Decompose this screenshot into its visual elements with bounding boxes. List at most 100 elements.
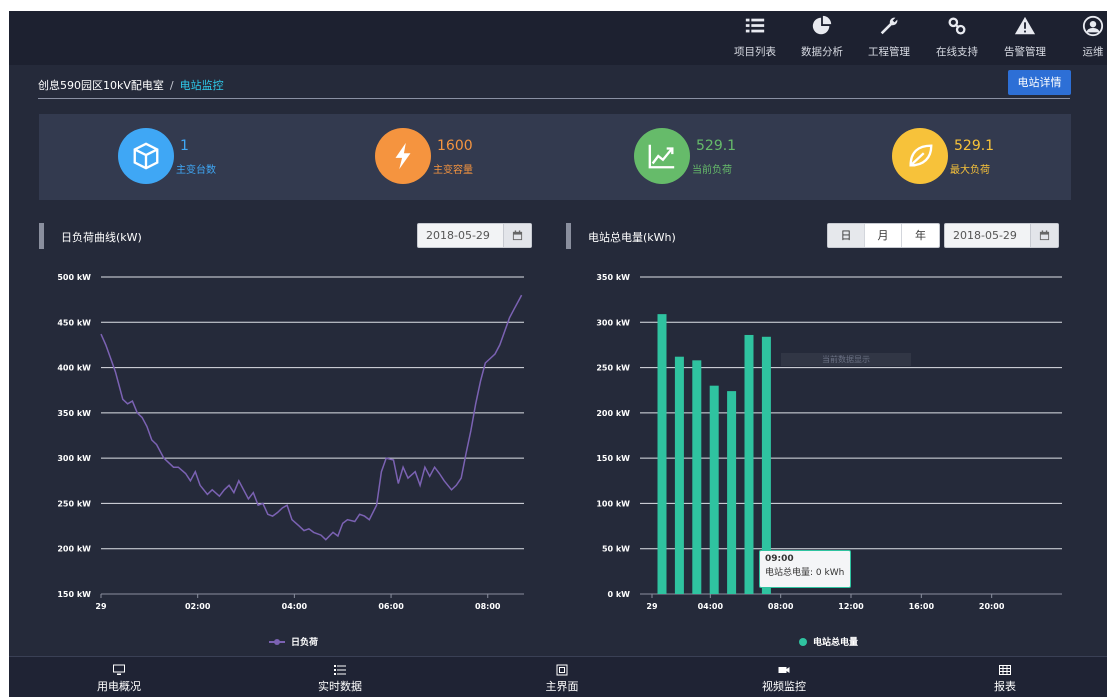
energy-date-picker[interactable]: 2018-05-29 [944, 223, 1059, 248]
bar-05:00 [744, 334, 754, 594]
y-tick-label: 200 kW [596, 409, 630, 418]
stats-panel: 1 主变台数 1600 主变容量 529.1 当前负荷 529.1 最大负荷 [39, 114, 1071, 200]
y-tick-label: 500 kW [57, 273, 91, 282]
top-nav-bar: 项目列表 数据分析 工程管理 在线支持 告警管理 运维 [9, 11, 1107, 65]
breadcrumb-current: 电站监控 [179, 79, 224, 92]
legend-swatch-marker [799, 638, 807, 646]
y-tick-label: 100 kW [596, 499, 630, 508]
y-tick-label: 250 kW [57, 499, 91, 508]
x-tick-label: 16:00 [909, 602, 935, 611]
date-value: 2018-05-29 [426, 229, 490, 242]
cube-icon [118, 128, 174, 184]
breadcrumb-divider [38, 98, 1070, 99]
stat-value: 529.1 [954, 138, 995, 154]
bar-00:00 [657, 314, 667, 594]
breadcrumb-parent[interactable]: 创息590园区10kV配电室 [38, 79, 164, 92]
period-switcher: 日 月 年 [827, 223, 940, 248]
nav-item-engineering[interactable]: 工程管理 [859, 15, 919, 59]
leaf-icon [892, 128, 948, 184]
calendar-icon[interactable] [1030, 224, 1058, 247]
x-tick-label: 08:00 [768, 602, 794, 611]
trend-chart-icon [634, 128, 690, 184]
period-year-button[interactable]: 年 [902, 224, 939, 247]
y-tick-label: 150 kW [596, 454, 630, 463]
bottom-nav-label: 视频监控 [762, 680, 806, 693]
nav-item-label: 运维 [1082, 46, 1104, 58]
wrench-icon [859, 15, 919, 39]
bottom-nav-report[interactable]: 报表 [965, 661, 1045, 694]
station-detail-button[interactable]: 电站详情 [1008, 70, 1071, 95]
energy-panel-title: 电站总电量(kWh) [588, 231, 676, 244]
period-day-button[interactable]: 日 [828, 224, 865, 247]
x-tick-label: 12:00 [838, 602, 864, 611]
legend-swatch-marker [274, 639, 280, 645]
y-tick-label: 50 kW [602, 545, 630, 554]
bar-02:00 [692, 360, 702, 594]
tooltip-time: 09:00 [765, 554, 794, 564]
nav-item-label: 工程管理 [868, 46, 910, 58]
bottom-nav-realtime[interactable]: 实时数据 [300, 661, 380, 694]
bottom-nav-label: 实时数据 [318, 680, 362, 693]
link-icon [927, 15, 987, 39]
x-tick-label: 20:00 [979, 602, 1005, 611]
calendar-icon[interactable] [503, 224, 531, 247]
load-date-picker[interactable]: 2018-05-29 [417, 223, 532, 248]
nav-item-project-list[interactable]: 项目列表 [725, 15, 785, 59]
bottom-nav-bar: 用电概况 实时数据 主界面 视频监控 报表 [9, 656, 1107, 697]
y-tick-label: 0 kW [608, 590, 631, 599]
monitor-icon [79, 661, 159, 675]
lightning-icon [375, 128, 431, 184]
user-icon [1063, 15, 1107, 39]
nav-item-alarm[interactable]: 告警管理 [995, 15, 1055, 59]
frame-icon [522, 661, 602, 676]
x-tick-label: 04:00 [282, 602, 308, 611]
bottom-nav-overview[interactable]: 用电概况 [79, 661, 159, 694]
x-tick-label: 06:00 [378, 602, 404, 611]
bottom-nav-home[interactable]: 主界面 [522, 661, 602, 694]
panel-accent-bar [566, 223, 571, 249]
y-tick-label: 450 kW [57, 318, 91, 327]
y-tick-label: 350 kW [57, 409, 91, 418]
stat-value: 529.1 [696, 138, 737, 154]
x-tick-label: 29 [646, 602, 658, 611]
y-tick-label: 250 kW [596, 364, 630, 373]
bar-03:00 [709, 385, 719, 594]
x-tick-label: 04:00 [698, 602, 724, 611]
breadcrumb-separator: / [169, 79, 174, 92]
y-tick-label: 300 kW [596, 318, 630, 327]
legend-label: 电站总电量 [813, 636, 858, 646]
energy-bar-chart: 0 kW 50 kW 100 kW 150 kW 200 kW 250 kW 300 kW 3… [596, 273, 1062, 646]
daily-load-chart: 150 kW 200 kW 250 kW 300 kW 350 kW 400 kW 450 … [57, 273, 524, 646]
nav-item-online-support[interactable]: 在线支持 [927, 15, 987, 59]
nav-item-operation[interactable]: 运维 [1063, 15, 1107, 59]
bottom-nav-label: 报表 [994, 680, 1016, 693]
y-tick-label: 400 kW [57, 364, 91, 373]
y-tick-label: 350 kW [596, 273, 630, 282]
breadcrumb: 创息590园区10kV配电室 / 电站监控 [38, 77, 224, 93]
stat-value: 1600 [437, 138, 473, 154]
period-month-button[interactable]: 月 [865, 224, 902, 247]
bottom-nav-video[interactable]: 视频监控 [744, 661, 824, 694]
nav-item-label: 项目列表 [734, 46, 776, 58]
x-tick-label: 02:00 [185, 602, 211, 611]
chart-ghost-label: 当前数据显示 [781, 353, 911, 366]
stat-label: 最大负荷 [950, 165, 990, 176]
bottom-nav-label: 用电概况 [97, 680, 141, 693]
tooltip-text: 电站总电量: 0 kWh [765, 568, 845, 578]
chart-tooltip: 09:00 电站总电量: 0 kWh [759, 550, 851, 588]
panel-accent-bar [39, 223, 44, 249]
table-icon [965, 661, 1045, 675]
stat-label: 当前负荷 [692, 165, 732, 176]
nav-item-label: 告警管理 [1004, 46, 1046, 58]
stat-label: 主变台数 [176, 165, 216, 176]
nav-item-label: 在线支持 [936, 46, 978, 58]
pie-chart-icon [792, 15, 852, 39]
stat-label: 主变容量 [433, 165, 473, 176]
legend-label: 日负荷 [291, 636, 318, 646]
bottom-nav-label: 主界面 [545, 680, 579, 693]
y-tick-label: 200 kW [57, 545, 91, 554]
load-panel-title: 日负荷曲线(kW) [61, 231, 142, 244]
nav-item-data-analysis[interactable]: 数据分析 [792, 15, 852, 59]
bar-01:00 [674, 356, 684, 594]
warning-icon [995, 15, 1055, 39]
